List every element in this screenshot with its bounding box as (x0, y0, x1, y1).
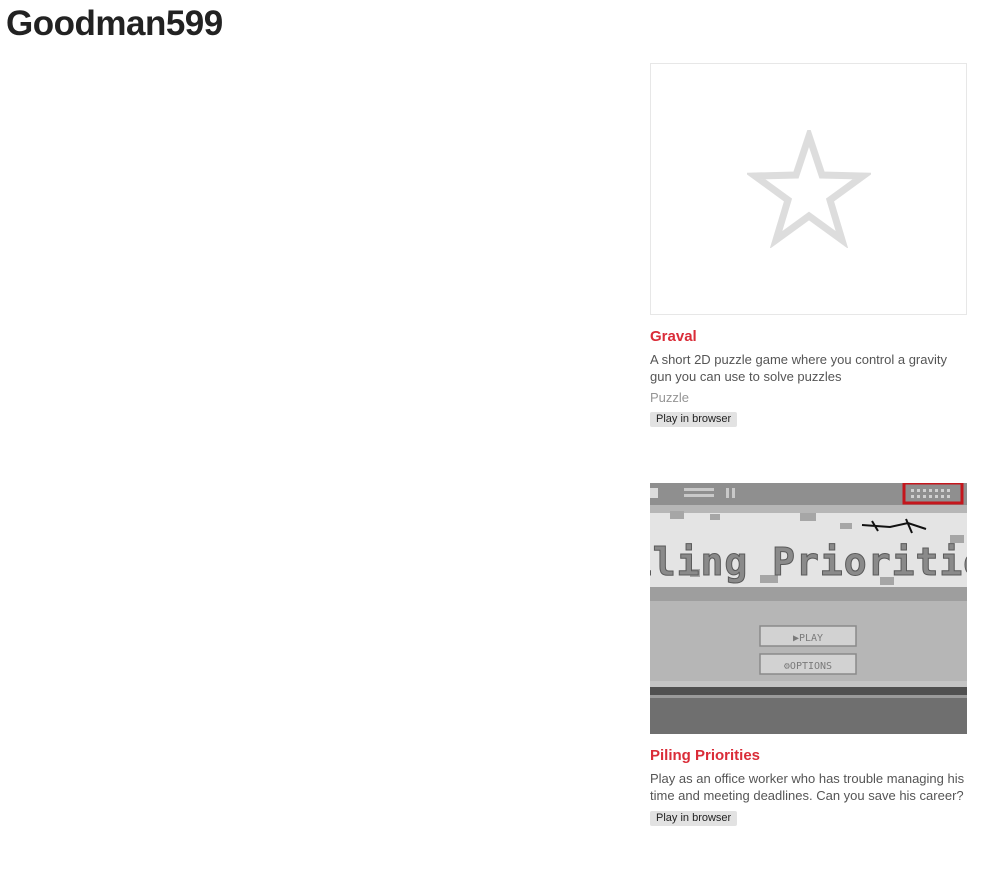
game-thumbnail-link[interactable]: Piling Priorities ▶PLAY ⚙OPTIONS (650, 483, 967, 734)
game-card: Graval A short 2D puzzle game where you … (650, 63, 967, 427)
game-genre: Puzzle (650, 390, 690, 405)
game-title-link[interactable]: Graval (650, 328, 967, 346)
game-description: Play as an office worker who has trouble… (650, 771, 965, 803)
game-card: Piling Priorities ▶PLAY ⚙OPTIONS Piling … (650, 483, 967, 826)
profile-page: Goodman599 Graval A short 2D puzzle game… (0, 0, 981, 872)
svg-text:▶PLAY: ▶PLAY (793, 633, 823, 644)
game-description: A short 2D puzzle game where you control… (650, 352, 947, 384)
svg-text:Piling Priorities: Piling Priorities (650, 540, 967, 584)
game-cover-image: Piling Priorities ▶PLAY ⚙OPTIONS (650, 483, 967, 734)
star-outline-icon (746, 130, 871, 248)
svg-text:⚙OPTIONS: ⚙OPTIONS (783, 661, 832, 672)
platform-badge: Play in browser (650, 811, 738, 826)
user-title: Goodman599 (6, 4, 223, 43)
game-title-link[interactable]: Piling Priorities (650, 747, 967, 765)
platform-badge: Play in browser (650, 412, 738, 427)
game-thumbnail-link[interactable] (650, 63, 967, 315)
